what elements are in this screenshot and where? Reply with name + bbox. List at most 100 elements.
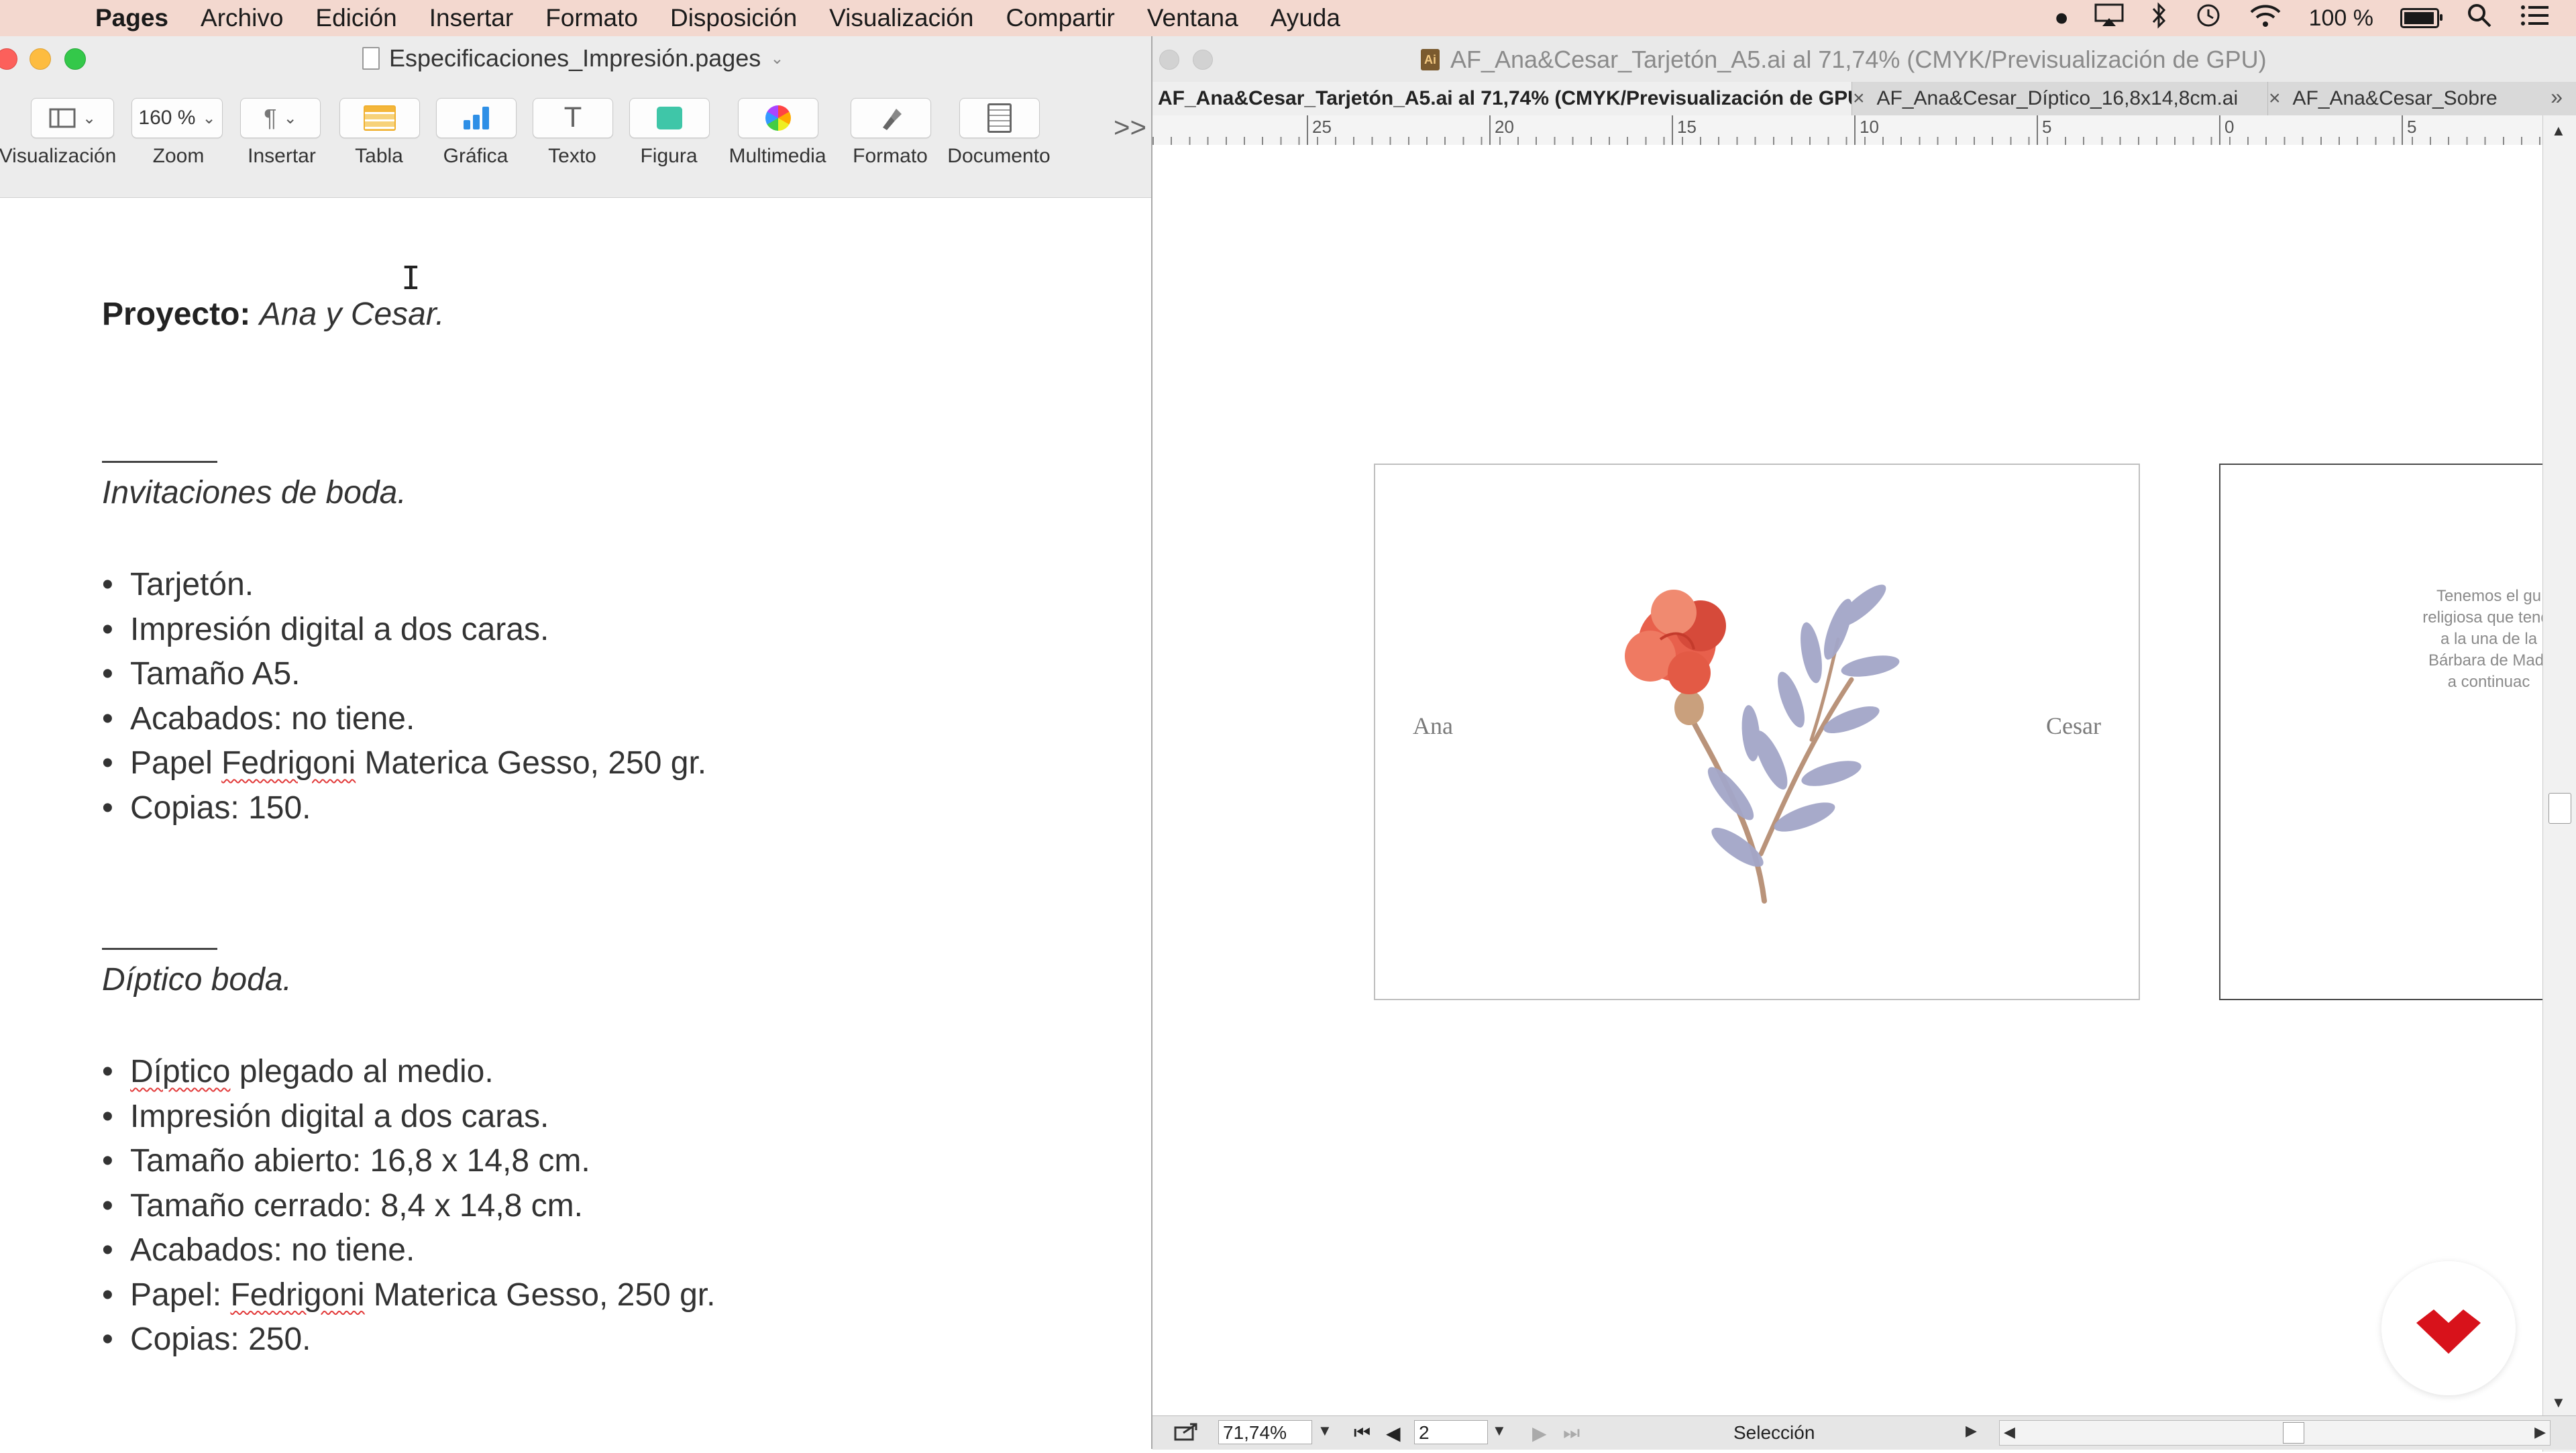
pages-toolbar: ⌄ Visualización 160 % ⌄ Zoom ¶ ⌄ Inserta… [0, 83, 1151, 199]
name-cesar-text[interactable]: Cesar [2046, 712, 2101, 740]
table-label: Tabla [355, 145, 403, 167]
next-artboard-icon[interactable]: ▶ [1532, 1422, 1547, 1444]
chevron-down-icon[interactable]: ⌄ [770, 49, 784, 68]
misspelled-word[interactable]: Díptico [130, 1054, 230, 1089]
scroll-thumb[interactable] [2548, 793, 2571, 824]
spotlight-search-icon[interactable] [2466, 2, 2493, 35]
menu-archivo[interactable]: Archivo [201, 4, 283, 32]
name-ana-text[interactable]: Ana [1413, 712, 1453, 740]
menu-disposicion[interactable]: Disposición [670, 4, 797, 32]
table-button[interactable] [339, 98, 420, 138]
more-tabs-icon[interactable]: » [2551, 85, 2563, 109]
document-button[interactable] [959, 98, 1040, 138]
artboard-canvas[interactable]: Ana Cesar Tenemos el gu religiosa que te… [1152, 145, 2542, 1453]
vertical-scrollbar[interactable]: ▲ ▼ [2542, 115, 2576, 1452]
insert-button[interactable]: ¶ ⌄ [240, 98, 321, 138]
zoom-select[interactable]: 160 % ⌄ [131, 98, 223, 138]
notification-center-icon[interactable] [2520, 3, 2549, 34]
tab-sobre[interactable]: × AF_Ana&Cesar_Sobre [2263, 82, 2530, 115]
paragraph-icon: ¶ [264, 104, 277, 131]
scroll-down-icon[interactable]: ▼ [2551, 1394, 2566, 1411]
tab-label: AF_Ana&Cesar_Tarjetón_A5.ai al 71,74% (C… [1158, 87, 1852, 109]
list-item: Tamaño A5. [102, 652, 706, 697]
close-window-button[interactable] [1159, 50, 1179, 70]
current-tool-label: Selección [1733, 1422, 1815, 1443]
illustrator-window: Ai AF_Ana&Cesar_Tarjetón_A5.ai al 71,74%… [1152, 36, 2576, 1453]
menu-formato[interactable]: Formato [545, 4, 638, 32]
tab-label: AF_Ana&Cesar_Díptico_16,8x14,8cm.ai [1876, 87, 2239, 109]
paintbrush-icon [883, 109, 902, 130]
menu-visualizacion[interactable]: Visualización [829, 4, 973, 32]
time-machine-icon[interactable] [2195, 2, 2222, 35]
media-button[interactable] [738, 98, 818, 138]
chevron-down-icon: ⌄ [283, 109, 297, 127]
shape-label: Figura [640, 145, 698, 167]
section-divider [102, 461, 217, 463]
artboard-tarjeton-back[interactable]: Tenemos el gu religiosa que tendr a la u… [2219, 464, 2542, 1000]
misspelled-word[interactable]: Fedrigoni [230, 1277, 364, 1313]
status-menu-icon[interactable]: ▶ [1966, 1422, 1977, 1440]
wifi-icon[interactable] [2249, 3, 2282, 34]
close-tab-icon[interactable]: × [2269, 87, 2281, 109]
project-label: Proyecto: [102, 297, 251, 332]
text-control: T Texto [533, 98, 613, 168]
table-icon [364, 105, 396, 131]
toolbar-overflow-icon[interactable]: >> [1114, 111, 1146, 144]
document-label: Documento [947, 145, 1051, 167]
airplay-icon[interactable] [2094, 3, 2124, 34]
battery-icon[interactable] [2400, 8, 2443, 28]
artboard-number-field[interactable]: 2 [1414, 1420, 1488, 1444]
chart-control: Gráfica [436, 98, 517, 168]
horizontal-ruler[interactable]: 25 20 15 10 5 0 5 [1152, 115, 2542, 146]
scroll-up-icon[interactable]: ▲ [2551, 122, 2566, 140]
document-canvas[interactable]: I Proyecto: Ana y Cesar. Invitaciones de… [0, 198, 1151, 1449]
close-tab-icon[interactable]: × [1853, 87, 1865, 109]
menu-pages[interactable]: Pages [95, 4, 168, 32]
invitaciones-list: Tarjetón. Impresión digital a dos caras.… [102, 563, 706, 830]
menu-ayuda[interactable]: Ayuda [1271, 4, 1340, 32]
shape-button[interactable] [629, 98, 710, 138]
format-control: Formato [851, 98, 931, 168]
list-item: Impresión digital a dos caras. [102, 608, 706, 653]
previous-artboard-icon[interactable]: ◀ [1386, 1422, 1401, 1444]
artboard-dropdown-icon[interactable]: ▼ [1492, 1422, 1507, 1440]
chart-button[interactable] [436, 98, 517, 138]
misspelled-word[interactable]: Fedrigoni [221, 745, 356, 781]
tab-tarjeton[interactable]: AF_Ana&Cesar_Tarjetón_A5.ai al 71,74% (C… [1152, 82, 1852, 115]
flower-illustration[interactable] [1610, 566, 1905, 914]
text-cursor-icon: I [401, 260, 421, 297]
minimize-window-button[interactable] [1193, 50, 1213, 70]
invitation-body-text[interactable]: Tenemos el gu religiosa que tendr a la u… [2355, 586, 2542, 693]
fullscreen-window-button[interactable] [64, 48, 86, 70]
share-icon[interactable] [1174, 1422, 1198, 1446]
menu-edicion[interactable]: Edición [315, 4, 396, 32]
format-button[interactable] [851, 98, 931, 138]
close-window-button[interactable] [0, 48, 17, 70]
ruler-major-tick [1489, 115, 1491, 145]
ruler-label: 10 [1860, 117, 1879, 137]
last-artboard-icon[interactable]: ⏭ [1563, 1422, 1580, 1444]
screen-record-icon[interactable]: ⏺ [2056, 5, 2068, 32]
menu-compartir[interactable]: Compartir [1006, 4, 1114, 32]
document-title[interactable]: Especificaciones_Impresión.pages ⌄ [362, 44, 784, 72]
artboard-tarjeton-front[interactable]: Ana Cesar [1374, 464, 2140, 1000]
text-button[interactable]: T [533, 98, 613, 138]
menu-ventana[interactable]: Ventana [1147, 4, 1238, 32]
scroll-left-icon[interactable]: ◀ [2004, 1423, 2015, 1441]
zoom-control: 160 % ⌄ Zoom [131, 98, 225, 168]
bluetooth-icon[interactable] [2151, 1, 2168, 35]
view-button[interactable]: ⌄ [31, 98, 114, 138]
first-artboard-icon[interactable]: ⏮ [1354, 1422, 1371, 1444]
horizontal-scrollbar[interactable]: ◀ ▶ [1999, 1420, 2551, 1446]
zoom-field[interactable]: 71,74% [1218, 1420, 1312, 1444]
text-label: Texto [548, 145, 596, 167]
zoom-dropdown-icon[interactable]: ▼ [1318, 1422, 1332, 1440]
minimize-window-button[interactable] [30, 48, 51, 70]
scroll-right-icon[interactable]: ▶ [2534, 1423, 2546, 1441]
scroll-thumb[interactable] [2283, 1422, 2304, 1444]
ruler-major-tick [2219, 115, 2220, 145]
document-title-text: Especificaciones_Impresión.pages [389, 44, 761, 72]
tab-diptico[interactable]: × AF_Ana&Cesar_Díptico_16,8x14,8cm.ai [1847, 82, 2268, 115]
text-box-icon: T [564, 103, 582, 133]
menu-insertar[interactable]: Insertar [429, 4, 513, 32]
